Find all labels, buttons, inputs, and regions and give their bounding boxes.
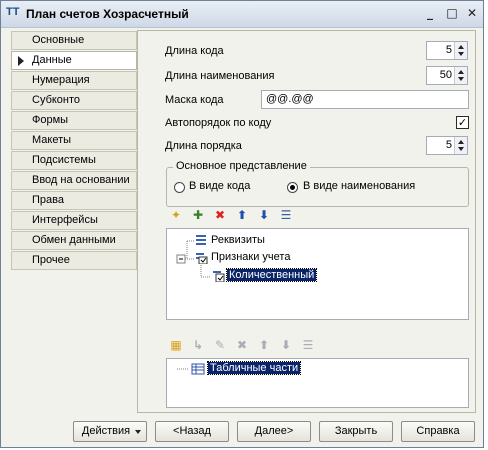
next-button[interactable]: Далее> xyxy=(237,421,311,442)
delete-icon[interactable]: ✖ xyxy=(212,207,228,223)
nav-item-subconto[interactable]: Субконто xyxy=(11,91,137,110)
nav-item-subsystems[interactable]: Подсистемы xyxy=(11,151,137,170)
table-icon xyxy=(191,363,205,375)
auto-order-label: Автопорядок по коду xyxy=(165,117,272,129)
nav-item-input-based[interactable]: Ввод на основании xyxy=(11,171,137,190)
close-button[interactable]: Закрыть xyxy=(319,421,393,442)
spinner-arrows-icon[interactable] xyxy=(454,67,467,84)
radio-by-code-label[interactable]: В виде кода xyxy=(189,180,250,192)
tabular-parts-toolbar: ▦ ↳ ✎ ✖ ⬆ ⬇ ☰ xyxy=(168,337,368,355)
minimize-button[interactable]: _ xyxy=(421,4,439,22)
actions-button[interactable]: Действия xyxy=(73,421,147,442)
attributes-tree[interactable]: Реквизиты Признаки учета Количественный xyxy=(166,228,469,320)
move-down-icon[interactable]: ⬇ xyxy=(256,207,272,223)
sort-icon[interactable]: ☰ xyxy=(278,207,294,223)
attributes-toolbar: ✦ ✚ ✖ ⬆ ⬇ ☰ xyxy=(168,207,368,225)
add-child-icon[interactable]: ✚ xyxy=(190,207,206,223)
move-down-icon[interactable]: ⬇ xyxy=(278,337,294,353)
code-length-label: Длина кода xyxy=(165,45,224,57)
window-title: План счетов Хозрасчетный xyxy=(26,7,189,21)
radio-by-name[interactable] xyxy=(287,182,298,193)
title-bar[interactable]: ТТ План счетов Хозрасчетный _ □ ✕ xyxy=(1,1,483,28)
help-button[interactable]: Справка xyxy=(401,421,475,442)
auto-order-checkbox[interactable]: ✓ xyxy=(456,116,469,129)
order-length-spinner[interactable]: 5 xyxy=(426,136,468,155)
back-button[interactable]: <Назад xyxy=(155,421,229,442)
edit-icon[interactable]: ✎ xyxy=(212,337,228,353)
nav-item-forms[interactable]: Формы xyxy=(11,111,137,130)
representation-title: Основное представление xyxy=(173,160,310,172)
app-icon: ТТ xyxy=(6,6,20,18)
radio-by-code[interactable] xyxy=(174,182,185,193)
accounting-flags-icon xyxy=(194,252,208,265)
quantitative-flag-icon xyxy=(211,270,225,283)
nav-item-layouts[interactable]: Макеты xyxy=(11,131,137,150)
maximize-button[interactable]: □ xyxy=(443,4,461,22)
tree-node-tabular-parts[interactable]: Табличные части xyxy=(206,361,302,375)
add-child-icon[interactable]: ↳ xyxy=(190,337,206,353)
delete-icon[interactable]: ✖ xyxy=(234,337,250,353)
current-arrow-icon xyxy=(18,56,24,66)
nav-item-other[interactable]: Прочее xyxy=(11,251,137,270)
code-length-spinner[interactable]: 5 xyxy=(426,41,468,60)
sort-icon[interactable]: ☰ xyxy=(300,337,316,353)
nav-item-rights[interactable]: Права xyxy=(11,191,137,210)
code-mask-input[interactable]: @@.@@ xyxy=(261,90,469,109)
code-mask-label: Маска кода xyxy=(165,94,224,106)
nav-item-main[interactable]: Основные xyxy=(11,31,137,50)
tree-node-accounting-flags[interactable]: Признаки учета xyxy=(211,251,290,263)
nav-item-data-exchange[interactable]: Обмен данными xyxy=(11,231,137,250)
tree-node-quantitative[interactable]: Количественный xyxy=(225,268,318,282)
attributes-folder-icon xyxy=(194,234,208,246)
representation-group: Основное представление В виде кода В вид… xyxy=(166,160,469,207)
tree-node-attributes[interactable]: Реквизиты xyxy=(211,234,265,246)
close-window-button[interactable]: ✕ xyxy=(463,4,481,22)
dialog-window: ТТ План счетов Хозрасчетный _ □ ✕ Основн… xyxy=(0,0,484,448)
spinner-arrows-icon[interactable] xyxy=(454,42,467,59)
data-tab-panel: Длина кода 5 Длина наименования 50 Маска… xyxy=(137,30,476,413)
add-icon[interactable]: ▦ xyxy=(168,337,184,353)
add-icon[interactable]: ✦ xyxy=(168,207,184,223)
dropdown-arrow-icon xyxy=(135,430,141,434)
order-length-label: Длина порядка xyxy=(165,140,242,152)
move-up-icon[interactable]: ⬆ xyxy=(256,337,272,353)
nav-item-data[interactable]: Данные xyxy=(11,51,137,70)
nav-item-numbering[interactable]: Нумерация xyxy=(11,71,137,90)
move-up-icon[interactable]: ⬆ xyxy=(234,207,250,223)
tabular-parts-tree[interactable]: Табличные части xyxy=(166,358,469,408)
spinner-arrows-icon[interactable] xyxy=(454,137,467,154)
nav-item-interfaces[interactable]: Интерфейсы xyxy=(11,211,137,230)
radio-by-name-label[interactable]: В виде наименования xyxy=(303,180,415,192)
name-length-label: Длина наименования xyxy=(165,70,275,82)
name-length-spinner[interactable]: 50 xyxy=(426,66,468,85)
